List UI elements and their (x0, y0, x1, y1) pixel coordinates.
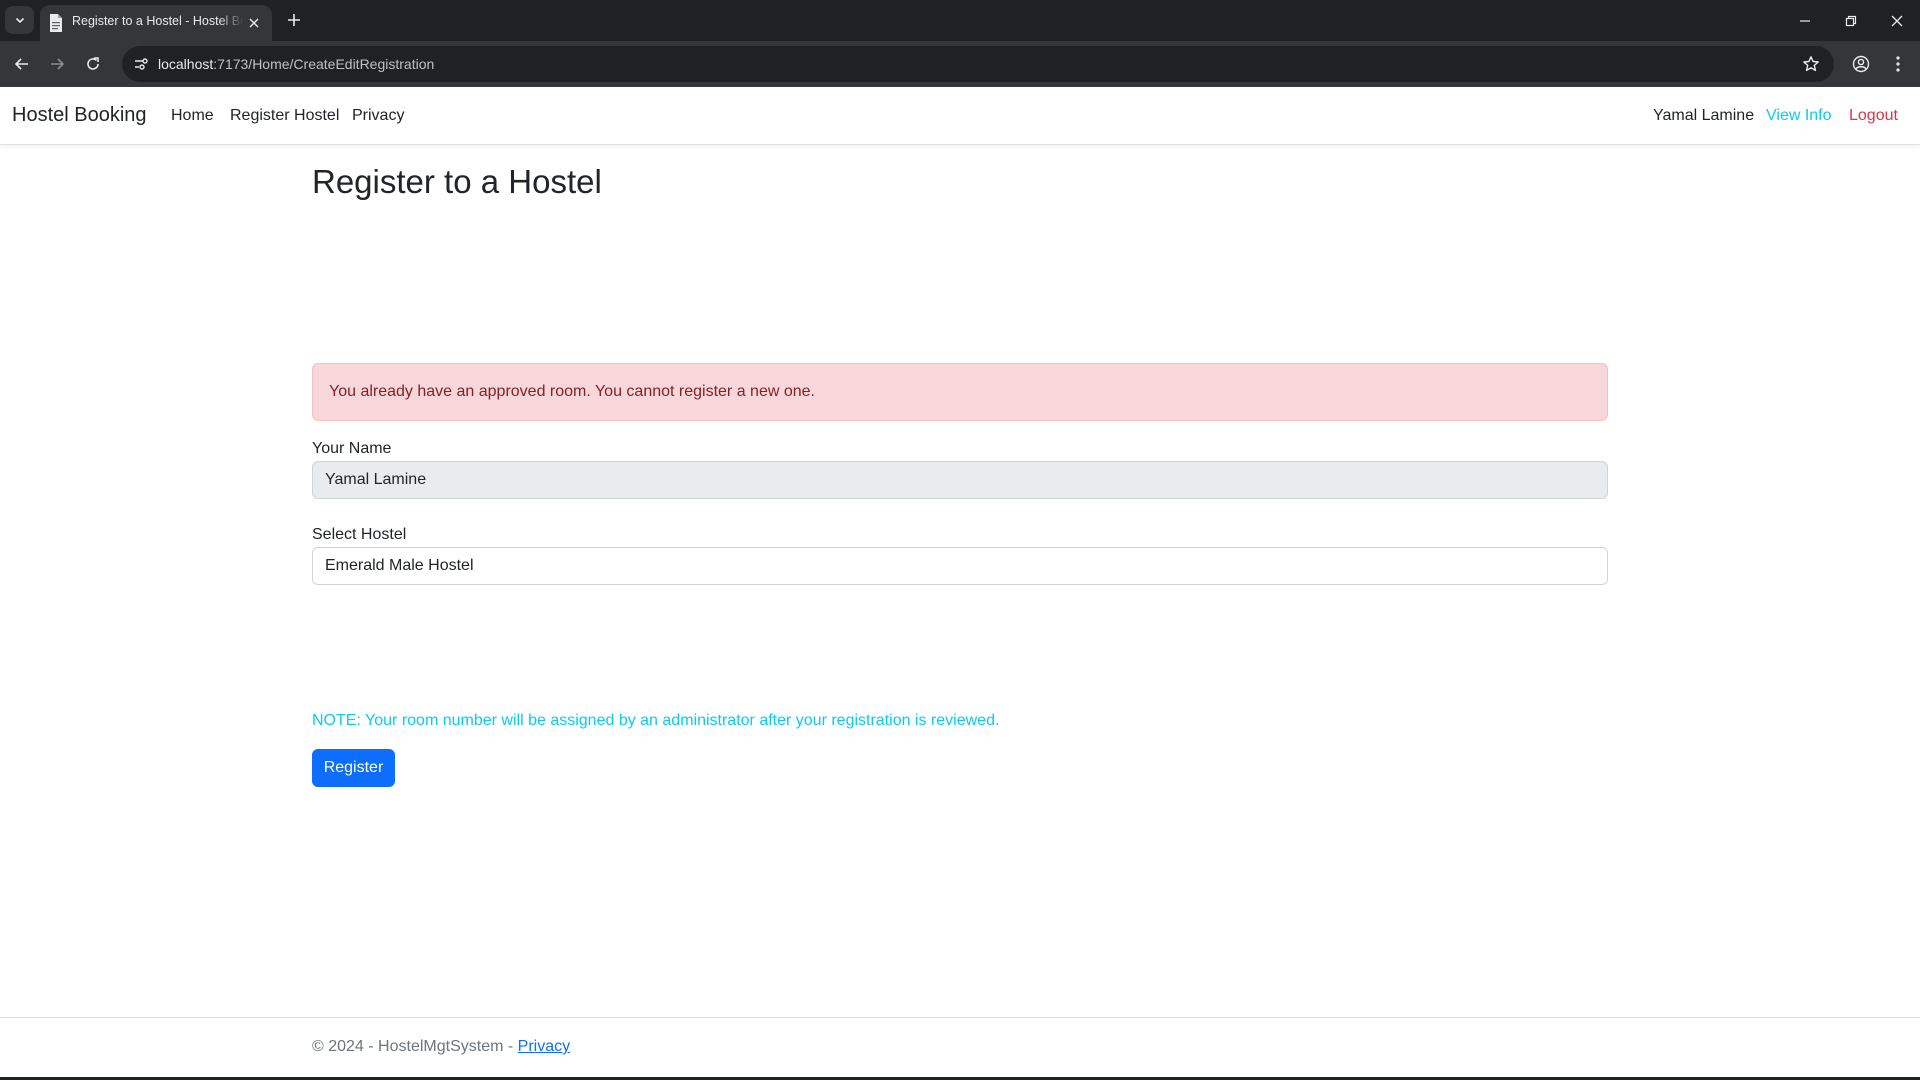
chevron-down-icon (15, 17, 24, 24)
reload-icon (87, 57, 99, 70)
account-icon (1852, 55, 1870, 73)
browser-tab-active[interactable]: Register to a Hostel - Hostel Booking (40, 5, 272, 41)
minimize-window-button[interactable] (1782, 0, 1828, 41)
bookmark-star-button[interactable] (1800, 53, 1822, 75)
new-tab-button[interactable] (282, 8, 306, 32)
footer-privacy-link[interactable]: Privacy (518, 1038, 570, 1055)
url-path: :7173/Home/CreateEditRegistration (213, 56, 435, 72)
plus-icon (288, 14, 300, 26)
footer-text: © 2024 - HostelMgtSystem - Privacy (312, 1038, 570, 1056)
nav-link-register-hostel[interactable]: Register Hostel (230, 107, 339, 125)
back-button[interactable] (6, 48, 38, 80)
address-url: localhost:7173/Home/CreateEditRegistrati… (158, 56, 434, 72)
close-icon (1891, 15, 1903, 26)
profile-button[interactable] (1845, 48, 1877, 80)
close-icon (249, 18, 259, 28)
url-host: localhost (158, 56, 214, 72)
page-title: Register to a Hostel (312, 163, 602, 200)
site-navbar: Hostel Booking Home Register Hostel Priv… (0, 87, 1920, 145)
nav-link-view-info[interactable]: View Info (1766, 107, 1832, 125)
address-bar[interactable]: localhost:7173/Home/CreateEditRegistrati… (122, 46, 1834, 82)
arrow-left-icon (14, 58, 28, 70)
star-icon (1803, 56, 1819, 72)
tab-close-button[interactable] (244, 13, 264, 33)
browser-tabstrip: Register to a Hostel - Hostel Booking (0, 0, 1920, 41)
alert-danger: You already have an approved room. You c… (312, 363, 1608, 421)
registration-note: NOTE: Your room number will be assigned … (312, 712, 1000, 729)
minimize-icon (1800, 19, 1810, 22)
site-info-icon[interactable] (131, 54, 151, 74)
site-footer: © 2024 - HostelMgtSystem - Privacy (0, 1017, 1920, 1080)
tab-search-button[interactable] (5, 6, 34, 34)
hostel-select[interactable] (312, 547, 1608, 585)
register-button[interactable]: Register (312, 749, 395, 787)
nav-link-home[interactable]: Home (171, 107, 214, 125)
tab-title: Register to a Hostel - Hostel Booking (72, 14, 244, 28)
name-field[interactable] (312, 461, 1608, 499)
page-viewport: Hostel Booking Home Register Hostel Priv… (0, 87, 1920, 1080)
arrow-right-icon (51, 58, 65, 70)
browser-toolbar: localhost:7173/Home/CreateEditRegistrati… (0, 41, 1920, 87)
footer-copyright: © 2024 - HostelMgtSystem - (312, 1038, 518, 1055)
forward-button[interactable] (41, 48, 73, 80)
restore-window-button[interactable] (1828, 0, 1874, 41)
name-label: Your Name (312, 440, 392, 457)
restore-icon (1845, 15, 1857, 26)
more-vertical-icon (1896, 56, 1900, 72)
nav-user-name: Yamal Lamine (1653, 107, 1755, 124)
document-icon (50, 14, 62, 32)
browser-menu-button[interactable] (1882, 48, 1914, 80)
nav-link-logout[interactable]: Logout (1849, 107, 1898, 125)
hostel-label: Select Hostel (312, 526, 407, 543)
nav-link-privacy[interactable]: Privacy (352, 107, 404, 125)
reload-button[interactable] (77, 48, 109, 80)
navbar-brand[interactable]: Hostel Booking (12, 104, 147, 127)
close-window-button[interactable] (1874, 0, 1920, 41)
